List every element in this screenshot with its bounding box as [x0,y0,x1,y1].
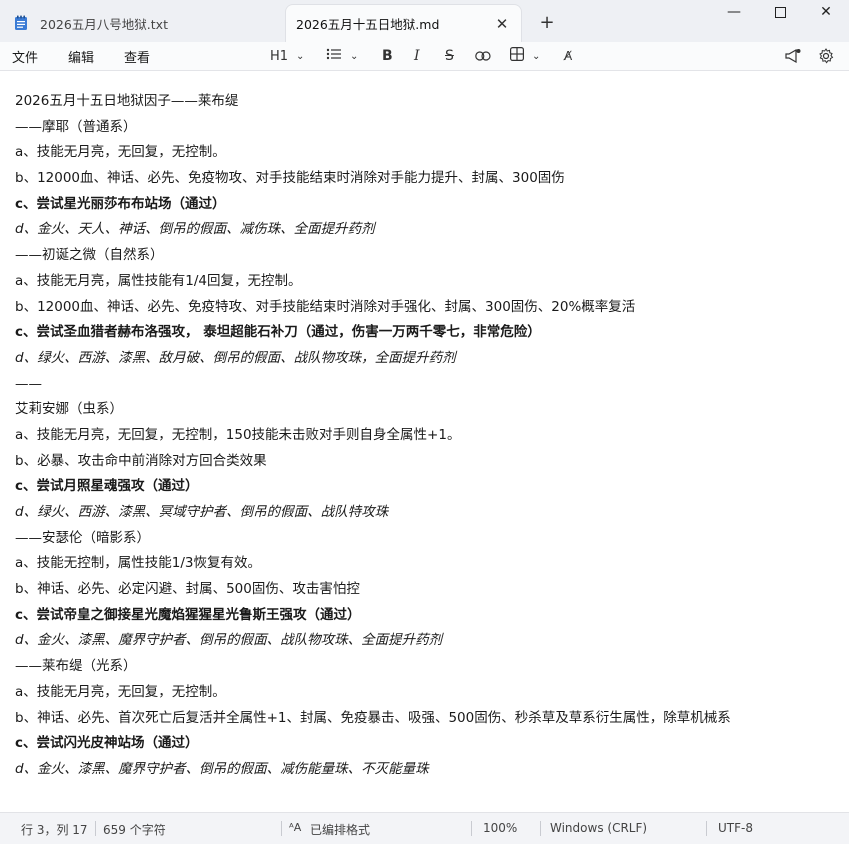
cursor-position: 行 3，列 17 [21,823,88,837]
toolbar: 文件 编辑 查看 H1 ⌄ ⌄ B I S ⌄ A̸ [0,42,849,70]
encoding: UTF-8 [718,821,753,835]
text-line: a、技能无月亮，无回复，无控制。 [15,683,226,700]
text-line: b、12000血、神话、必先、免疫特攻、对手技能结束时消除对手强化、封属、300… [15,298,636,315]
text-line: a、技能无月亮，属性技能有1/4回复，无控制。 [15,272,302,289]
format-status[interactable]: 已编排格式 [310,821,370,838]
menu-edit[interactable]: 编辑 [68,47,94,66]
text-line: 2026五月十五日地狱因子——莱布缇 [15,93,239,109]
status-divider [706,821,707,836]
list-dropdown[interactable]: ⌄ [326,45,358,67]
menu-view[interactable]: 查看 [124,47,150,66]
tab-md[interactable]: 2026五月十五日地狱.md ✕ [285,4,522,42]
chevron-down-icon: ⌄ [296,50,305,62]
status-divider [95,821,96,836]
editor-content[interactable]: 2026五月十五日地狱因子——莱布缇 ——摩耶（普通系） a、技能无月亮，无回复，无… [15,89,835,783]
zoom-level[interactable]: 100% [483,821,517,835]
toolbar-divider [0,70,849,71]
bold-icon[interactable]: B [382,45,393,67]
format-icon: ᴬA [289,821,302,834]
italic-icon[interactable]: I [414,45,420,67]
text-line: ——摩耶（普通系） [15,118,137,135]
status-divider [471,821,472,836]
close-icon[interactable]: ✕ [491,15,513,33]
text-line: c、尝试圣血猎者赫布洛强攻， 泰坦超能石补刀（通过，伤害一万两千零七，非常危险） [15,324,541,341]
notepad-icon [14,15,28,31]
table-dropdown[interactable]: ⌄ [510,45,540,67]
text-line: d、金火、天人、神话、倒吊的假面、减伤珠、全面提升药剂 [15,221,375,238]
text-line: c、尝试月照星魂强攻（通过） [15,478,199,495]
list-icon [326,48,342,64]
text-line: a、技能无月亮，无回复，无控制。 [15,144,226,161]
tab-label: 2026五月十五日地狱.md [296,17,440,32]
text-line: ——初诞之微（自然系） [15,247,164,264]
text-line: d、金火、漆黑、魔界守护者、倒吊的假面、减伤能量珠、不灭能量珠 [15,760,429,777]
char-count: 659 个字符 [103,823,166,837]
heading-dropdown[interactable]: H1 ⌄ [270,45,304,67]
text-line: d、绿火、西游、漆黑、敌月破、倒吊的假面、战队物攻珠，全面提升药剂 [15,349,456,366]
text-line: b、神话、必先、必定闪避、封属、500固伤、攻击害怕控 [15,581,360,598]
text-line: a、技能无控制，属性技能1/3恢复有效。 [15,555,261,572]
window-close-icon[interactable]: ✕ [803,0,849,24]
gear-icon[interactable] [818,45,834,67]
status-bar: 行 3，列 17 659 个字符 ᴬA 已编排格式 100% Windows (… [0,812,849,844]
status-divider [281,821,282,836]
text-line: b、神话、必先、首次死亡后复活并全属性+1、封属、免疫暴击、吸强、500固伤、秒… [15,709,731,726]
text-line: d、绿火、西游、漆黑、冥域守护者、倒吊的假面、战队特攻珠 [15,504,389,520]
tab-label: 2026五月八号地狱.txt [40,16,168,32]
text-line: ——莱布缇（光系） [15,658,137,675]
link-icon[interactable] [475,45,491,67]
text-line: b、12000血、神话、必先、免疫物攻、对手技能结束时消除对手能力提升、封属、3… [15,170,565,187]
clear-format-icon[interactable]: A̸ [564,45,572,67]
chevron-down-icon: ⌄ [532,50,541,62]
chevron-down-icon: ⌄ [350,50,359,62]
line-ending: Windows (CRLF) [550,821,648,835]
text-line: d、金火、漆黑、魔界守护者、倒吊的假面、战队物攻珠、全面提升药剂 [15,632,443,649]
text-line: c、尝试闪光皮神站场（通过） [15,735,199,752]
text-line: c、尝试星光丽莎布布站场（通过） [15,195,226,212]
text-line: 艾莉安娜（虫系） [15,401,123,418]
maximize-icon[interactable] [757,0,803,24]
plus-icon[interactable]: + [536,12,558,33]
text-line: —— [15,375,42,392]
strikethrough-icon[interactable]: S [445,45,454,67]
text-line: ——安瑟伦（暗影系） [15,529,150,546]
heading-label: H1 [270,48,289,64]
menu-file[interactable]: 文件 [12,47,38,66]
title-bar: 2026五月八号地狱.txt 2026五月十五日地狱.md ✕ + — ✕ [0,0,849,42]
text-line: c、尝试帝皇之御接星光魔焰猩猩星光鲁斯王强攻（通过） [15,606,361,623]
tab-txt[interactable]: 2026五月八号地狱.txt [0,4,283,42]
text-line: a、技能无月亮，无回复，无控制，150技能未击败对手则自身全属性+1。 [15,426,461,443]
minimize-icon[interactable]: — [711,0,757,24]
status-divider [540,821,541,836]
megaphone-icon[interactable] [785,45,801,67]
table-icon [510,47,525,65]
text-line: b、必暴、攻击命中前消除对方回合类效果 [15,452,267,469]
